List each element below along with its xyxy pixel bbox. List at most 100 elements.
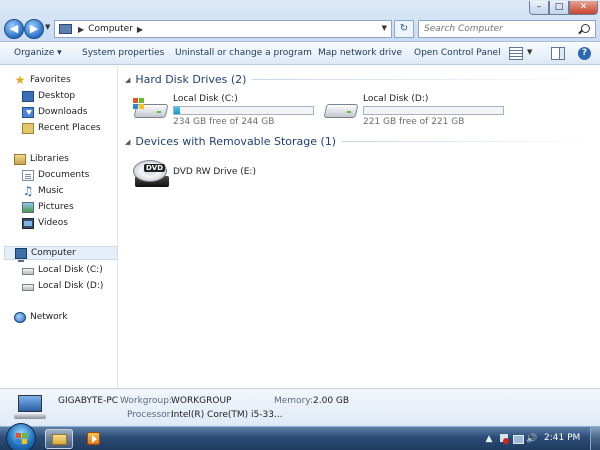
divider <box>342 141 595 142</box>
map-network-drive-button[interactable]: Map network drive <box>318 48 402 58</box>
workgroup-value: WORKGROUP <box>171 396 232 406</box>
uninstall-program-button[interactable]: Uninstall or change a program <box>175 48 312 58</box>
nav-network-label: Network <box>30 312 68 322</box>
drive-item-d[interactable]: Local Disk (D:) 221 GB free of 221 GB <box>323 94 513 130</box>
desktop-icon <box>22 90 34 102</box>
dvd-drive-icon: DVD <box>133 160 169 188</box>
nav-libraries-label: Libraries <box>30 154 69 164</box>
system-properties-button[interactable]: System properties <box>82 48 164 58</box>
nav-computer[interactable]: Computer <box>4 246 118 262</box>
divider <box>252 79 595 80</box>
details-pane: GIGABYTE-PC Workgroup: WORKGROUP Memory:… <box>0 388 600 426</box>
address-path[interactable]: Computer <box>88 24 133 34</box>
star-icon: ★ <box>14 72 26 87</box>
show-hidden-icons-icon[interactable]: ▲ <box>483 433 495 445</box>
drive-name: Local Disk (C:) <box>173 94 238 104</box>
memory-value: 2.00 GB <box>313 396 350 406</box>
nav-computer-label: Computer <box>31 248 76 258</box>
start-button[interactable] <box>6 423 36 450</box>
network-icon <box>14 311 26 323</box>
computer-name: GIGABYTE-PC <box>58 396 119 406</box>
documents-icon <box>22 169 34 181</box>
help-icon[interactable]: ? <box>578 47 591 60</box>
preview-pane-icon[interactable] <box>551 47 565 60</box>
action-center-flag-icon[interactable] <box>498 433 510 445</box>
workgroup-label: Workgroup: <box>120 396 172 406</box>
show-desktop-button[interactable] <box>590 427 600 450</box>
collapse-icon[interactable]: ◢ <box>125 138 130 146</box>
drive-name: DVD RW Drive (E:) <box>173 167 256 177</box>
volume-icon[interactable]: 🔊 <box>526 433 538 445</box>
taskbar-media-player-button[interactable] <box>80 429 108 449</box>
view-dropdown-icon[interactable]: ▼ <box>527 48 532 61</box>
search-box[interactable] <box>418 20 596 38</box>
drive-item-e[interactable]: DVD DVD RW Drive (E:) <box>133 160 283 192</box>
drive-free-space: 221 GB free of 221 GB <box>363 117 465 127</box>
search-input[interactable] <box>419 21 569 37</box>
drive-usage-bar <box>363 106 504 115</box>
nav-libraries[interactable]: Libraries <box>14 152 69 166</box>
hard-drive-windows-icon <box>133 94 169 122</box>
clock[interactable]: 2:41 PM <box>544 433 580 443</box>
command-bar: Organize ▾ System properties Uninstall o… <box>0 43 600 65</box>
group-removable-storage[interactable]: ◢ Devices with Removable Storage (1) <box>125 135 595 148</box>
change-view-icon[interactable] <box>509 47 523 60</box>
nav-videos[interactable]: Videos <box>22 216 68 230</box>
minimize-button[interactable]: – <box>529 1 549 15</box>
open-control-panel-button[interactable]: Open Control Panel <box>414 48 501 58</box>
organize-button[interactable]: Organize ▾ <box>14 48 62 58</box>
nav-documents-label: Documents <box>38 170 90 180</box>
group-title: Devices with Removable Storage (1) <box>135 135 337 148</box>
forward-button[interactable]: ▶ <box>24 19 44 39</box>
search-icon[interactable] <box>581 24 590 33</box>
nav-music[interactable]: ♫ Music <box>22 184 64 198</box>
address-bar[interactable]: ▶ Computer ▶ ▼ <box>54 20 392 38</box>
folder-icon <box>52 434 67 445</box>
close-button[interactable]: ✕ <box>569 1 598 15</box>
nav-local-disk-c[interactable]: Local Disk (C:) <box>22 263 103 277</box>
computer-icon <box>15 247 27 262</box>
pictures-icon <box>22 201 34 213</box>
drive-item-c[interactable]: Local Disk (C:) 234 GB free of 244 GB <box>133 94 323 130</box>
drive-icon <box>22 283 34 291</box>
music-note-icon: ♫ <box>22 183 34 198</box>
nav-documents[interactable]: Documents <box>22 168 89 182</box>
group-hard-disk-drives[interactable]: ◢ Hard Disk Drives (2) <box>125 73 595 86</box>
nav-network[interactable]: Network <box>14 310 68 324</box>
recent-pages-dropdown[interactable]: ▼ <box>45 23 53 35</box>
windows-logo-icon <box>16 433 28 444</box>
address-dropdown-icon[interactable]: ▼ <box>382 24 387 32</box>
nav-downloads[interactable]: Downloads <box>22 105 87 119</box>
maximize-button[interactable]: □ <box>549 1 569 15</box>
nav-recent-places[interactable]: Recent Places <box>22 121 101 135</box>
processor-label: Processor: <box>127 410 174 420</box>
nav-desktop-label: Desktop <box>38 91 76 101</box>
nav-local-disk-d[interactable]: Local Disk (D:) <box>22 279 103 293</box>
collapse-icon[interactable]: ◢ <box>125 76 130 84</box>
nav-pictures[interactable]: Pictures <box>22 200 74 214</box>
nav-recent-places-label: Recent Places <box>38 123 101 133</box>
nav-desktop[interactable]: Desktop <box>22 89 75 103</box>
group-title: Hard Disk Drives (2) <box>135 73 247 86</box>
content-pane: ◢ Hard Disk Drives (2) Local Disk (C:) 2… <box>119 66 600 388</box>
nav-favorites[interactable]: ★ Favorites <box>14 73 71 87</box>
chevron-right-icon[interactable]: ▶ <box>137 25 143 34</box>
nav-downloads-label: Downloads <box>38 107 88 117</box>
dvd-badge: DVD <box>144 164 166 172</box>
nav-local-disk-d-label: Local Disk (D:) <box>38 281 104 291</box>
nav-music-label: Music <box>38 186 64 196</box>
nav-favorites-label: Favorites <box>30 75 71 85</box>
taskbar-explorer-button[interactable] <box>45 429 73 449</box>
hard-drive-icon <box>323 94 359 122</box>
taskbar: ▲ 🔊 2:41 PM <box>0 423 600 450</box>
chevron-right-icon[interactable]: ▶ <box>78 25 84 34</box>
computer-icon <box>58 23 74 35</box>
videos-icon <box>22 217 34 229</box>
drive-name: Local Disk (D:) <box>363 94 429 104</box>
network-status-icon[interactable] <box>512 433 524 445</box>
back-button[interactable]: ◀ <box>4 19 24 39</box>
drive-usage-bar <box>173 106 314 115</box>
refresh-button[interactable]: ↻ <box>394 20 414 38</box>
title-bar: – □ ✕ ◀ ▶ ▼ ▶ Computer ▶ ▼ ↻ <box>0 0 600 42</box>
drive-icon <box>22 267 34 275</box>
